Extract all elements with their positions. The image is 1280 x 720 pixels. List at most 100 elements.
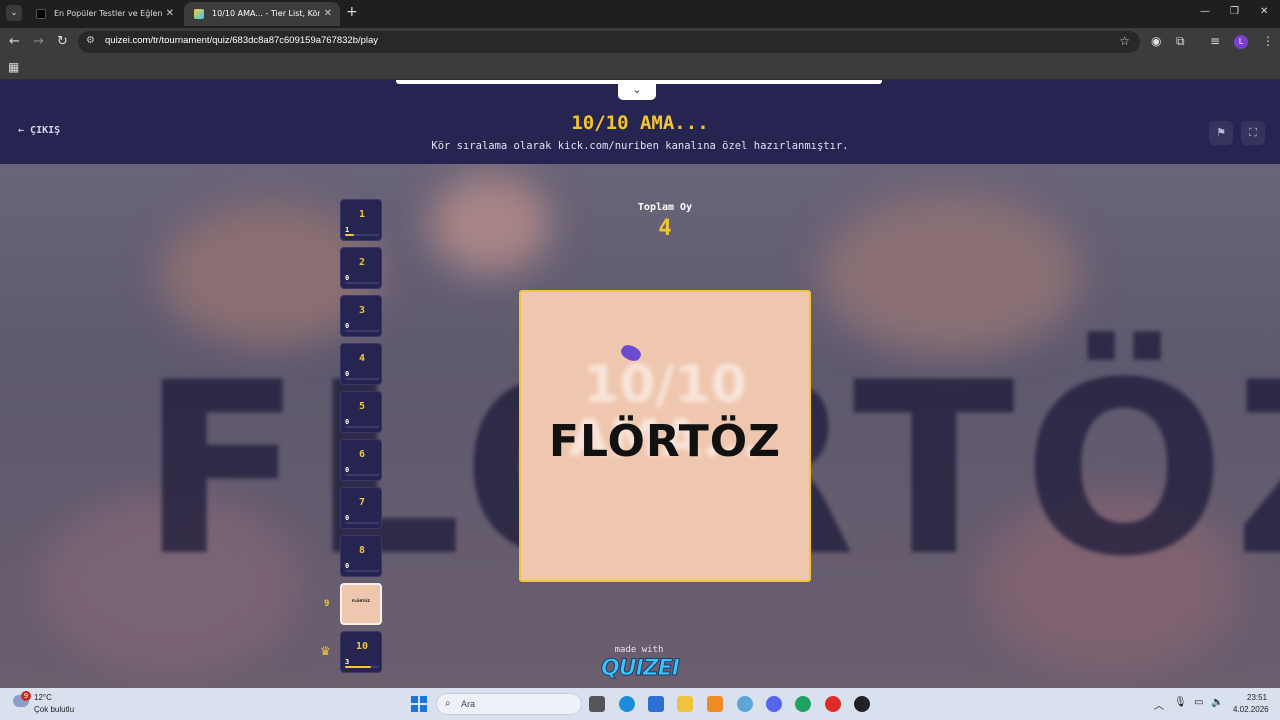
slot-progress-bar	[345, 666, 379, 668]
bg-blur-shape	[430, 174, 550, 274]
extensions-puzzle-icon[interactable]: ⧉	[1176, 34, 1185, 49]
app-red-icon[interactable]	[825, 696, 841, 712]
bg-blur-shape	[820, 194, 1080, 354]
volume-icon[interactable]: 🔈	[1211, 697, 1223, 708]
reload-icon[interactable]: ↻	[57, 34, 68, 49]
slot-vote-count: 3	[345, 658, 350, 666]
rank-slot-6[interactable]: 60	[340, 439, 382, 481]
slot-thumbnail-text: FLÖRTÖZ	[352, 599, 370, 603]
menu-kebab-icon[interactable]: ⋮	[1262, 34, 1274, 48]
browser-tab-bar: ⌄ En Popüler Testler ve Eğlenceli Quizle…	[0, 0, 1280, 28]
clock-time[interactable]: 23:51	[1247, 693, 1267, 702]
slot-rank-number: 7	[358, 497, 366, 508]
tray-chevron-icon[interactable]: ︿	[1154, 697, 1164, 712]
edge-icon[interactable]	[619, 696, 635, 712]
forward-arrow-icon[interactable]: →	[33, 34, 44, 49]
card-ghost-line-1: 10/10	[583, 355, 747, 415]
url-input[interactable]: ⚙ quizei.com/tr/tournament/quiz/683dc8a8…	[78, 31, 1140, 53]
rank-slot-8[interactable]: 80	[340, 535, 382, 577]
extension-icon[interactable]: ◉	[1151, 34, 1161, 48]
rank-slot-9[interactable]: FLÖRTÖZ	[340, 583, 382, 625]
microphone-icon[interactable]: 🎙	[1174, 697, 1187, 708]
rank-slot-10[interactable]: 10 3	[340, 631, 382, 673]
address-bar-row: ← → ↻ ⚙ quizei.com/tr/tournament/quiz/68…	[0, 28, 1280, 56]
settings-gear-icon[interactable]	[737, 696, 753, 712]
slot-rank-number: 10	[355, 641, 369, 652]
quizei-favicon-icon	[36, 9, 46, 19]
tab-title: En Popüler Testler ve Eğlenceli Quizler	[54, 9, 162, 18]
site-settings-icon[interactable]: ⚙	[86, 35, 95, 46]
report-flag-button[interactable]: ⚑	[1209, 121, 1233, 145]
top-strip: ⌄	[0, 80, 1280, 100]
discord-icon[interactable]	[766, 696, 782, 712]
slot-rank-number: 4	[358, 353, 366, 364]
slot-vote-count: 1	[345, 226, 350, 234]
slot-vote-count: 0	[345, 466, 350, 474]
quiz-item-card[interactable]: 10/10 AMA... FLÖRTÖZ	[519, 290, 811, 582]
windows-start-icon[interactable]	[411, 696, 427, 712]
collapse-chevron-button[interactable]: ⌄	[618, 82, 656, 100]
slot-progress-bar	[345, 330, 379, 332]
rank-slot-1[interactable]: 11	[340, 199, 382, 241]
rank-slot-5[interactable]: 50	[340, 391, 382, 433]
close-tab-icon[interactable]: ✕	[166, 2, 174, 26]
current-slot-label: 9	[324, 599, 330, 609]
tab-title: 10/10 AMA... - Tier List, Kör Sıralama	[212, 9, 320, 18]
total-votes-label: Toplam Oy	[637, 202, 693, 213]
apps-grid-icon[interactable]: ▦	[8, 60, 19, 74]
profile-avatar[interactable]: L	[1234, 35, 1248, 49]
fullscreen-button[interactable]: ⛶	[1241, 121, 1265, 145]
tab-search-icon[interactable]: ⌄	[6, 5, 22, 21]
quiz-header: ← ÇIKIŞ 10/10 AMA... Kör sıralama olarak…	[0, 100, 1280, 164]
browser-tab-active[interactable]: 10/10 AMA... - Tier List, Kör Sıralama ✕	[184, 2, 340, 26]
app-dark-icon[interactable]	[854, 696, 870, 712]
minimize-icon[interactable]: —	[1200, 6, 1210, 17]
total-votes-value: 4	[658, 216, 672, 241]
slot-vote-count: 0	[345, 322, 350, 330]
file-explorer-icon[interactable]	[677, 696, 693, 712]
card-word: FLÖRTÖZ	[548, 416, 782, 467]
rank-slot-2[interactable]: 20	[340, 247, 382, 289]
slot-progress-bar	[345, 378, 379, 380]
media-control-icon[interactable]: ≡	[1210, 34, 1220, 48]
bookmark-star-icon[interactable]: ☆	[1119, 34, 1130, 48]
slot-vote-count: 0	[345, 274, 350, 282]
slot-rank-number: 8	[358, 545, 366, 556]
clock-date[interactable]: 4.02.2026	[1233, 705, 1269, 714]
browser-tab-quizei-home[interactable]: En Popüler Testler ve Eğlenceli Quizler …	[26, 2, 182, 26]
crown-icon: ♛	[320, 644, 331, 658]
taskbar-search-input[interactable]: ⌕ Ara	[436, 693, 582, 715]
close-window-icon[interactable]: ✕	[1260, 6, 1268, 17]
restore-icon[interactable]: ❐	[1230, 6, 1239, 17]
slot-progress-bar	[345, 474, 379, 476]
slot-rank-number: 3	[358, 305, 366, 316]
app-orange-icon[interactable]	[707, 696, 723, 712]
weather-description: Çok bulutlu	[34, 705, 75, 714]
slot-vote-count: 0	[345, 514, 350, 522]
slot-vote-count: 0	[345, 562, 350, 570]
weather-temperature: 12°C	[34, 693, 52, 702]
page-subtitle: Kör sıralama olarak kick.com/nuriben kan…	[431, 140, 849, 152]
store-icon[interactable]	[648, 696, 664, 712]
page-content: ⌄ ← ÇIKIŞ 10/10 AMA... Kör sıralama olar…	[0, 80, 1280, 688]
url-text: quizei.com/tr/tournament/quiz/683dc8a87c…	[105, 35, 379, 46]
slot-progress-bar	[345, 234, 379, 236]
back-arrow-icon[interactable]: ←	[9, 34, 20, 49]
slot-rank-number: 6	[358, 449, 366, 460]
slot-rank-number: 5	[358, 401, 366, 412]
network-icon[interactable]: ▭	[1194, 697, 1203, 708]
task-view-icon[interactable]	[589, 696, 605, 712]
slot-progress-fill	[345, 666, 371, 668]
rank-slot-7[interactable]: 70	[340, 487, 382, 529]
slot-progress-bar	[345, 426, 379, 428]
slot-progress-bar	[345, 570, 379, 572]
new-tab-button[interactable]: +	[346, 4, 358, 20]
chrome-icon[interactable]	[795, 696, 811, 712]
close-tab-icon[interactable]: ✕	[324, 2, 332, 26]
bookmark-bar: ▦	[0, 56, 1280, 80]
rank-slot-4[interactable]: 40	[340, 343, 382, 385]
quizei-logo[interactable]: QUIZEI	[597, 656, 683, 682]
slot-vote-count: 0	[345, 370, 350, 378]
weather-badge: 9	[21, 691, 31, 701]
rank-slot-3[interactable]: 30	[340, 295, 382, 337]
